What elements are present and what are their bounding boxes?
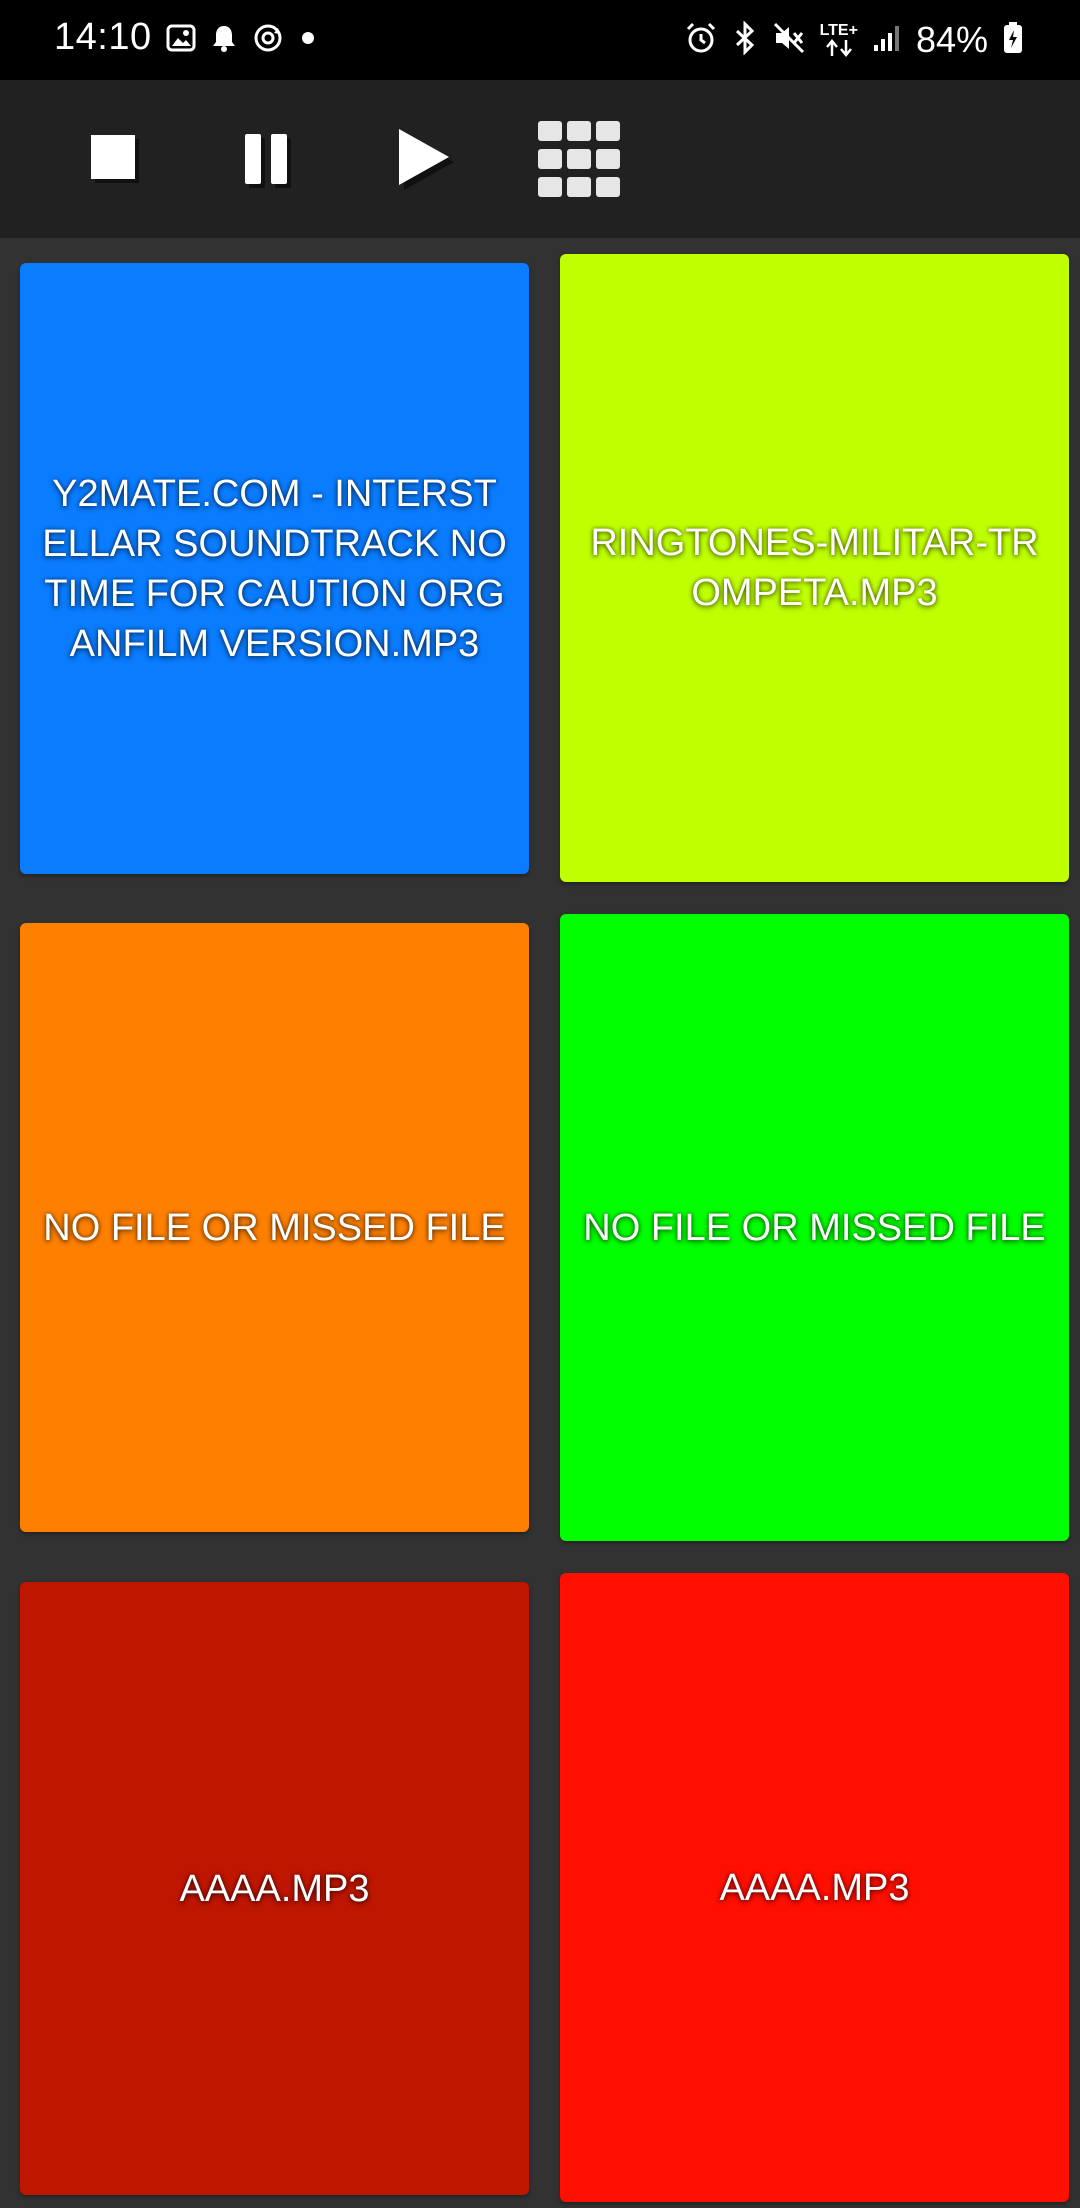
pad-2[interactable]: RINGTONES-MILITAR-TROMPETA.MP3 bbox=[560, 254, 1069, 882]
stop-icon bbox=[91, 135, 139, 183]
pad-label: RINGTONES-MILITAR-TROMPETA.MP3 bbox=[590, 522, 1039, 614]
grid-icon bbox=[538, 121, 620, 197]
pause-button[interactable] bbox=[228, 120, 306, 198]
stop-button[interactable] bbox=[74, 120, 152, 198]
mute-icon bbox=[772, 21, 806, 60]
system-icons: LTE+ 84% bbox=[684, 16, 1024, 64]
grid-button[interactable] bbox=[536, 120, 622, 198]
pad-3[interactable]: NO FILE OR MISSED FILE bbox=[20, 923, 529, 1532]
sync-icon bbox=[252, 22, 284, 59]
pause-icon bbox=[245, 134, 291, 188]
play-icon bbox=[399, 129, 454, 190]
dot-icon bbox=[298, 28, 318, 53]
pad-label: Y2MATE.COM - INTERSTELLAR SOUNDTRACK NO … bbox=[42, 472, 507, 665]
gallery-icon bbox=[166, 23, 196, 58]
battery-icon bbox=[1002, 21, 1024, 60]
pad-label: AAAA.MP3 bbox=[179, 1867, 370, 1910]
signal-icon bbox=[872, 23, 902, 58]
network-type: LTE+ bbox=[819, 22, 858, 39]
pad-6[interactable]: AAAA.MP3 bbox=[560, 1573, 1069, 2202]
transport-toolbar bbox=[0, 80, 1080, 238]
pad-label: NO FILE OR MISSED FILE bbox=[43, 1206, 506, 1249]
play-button[interactable] bbox=[384, 120, 462, 198]
alarm-icon bbox=[684, 21, 718, 60]
bluetooth-icon bbox=[732, 19, 758, 60]
status-time: 14:10 bbox=[54, 16, 152, 58]
pad-label: AAAA.MP3 bbox=[719, 1866, 910, 1909]
pad-4[interactable]: NO FILE OR MISSED FILE bbox=[560, 914, 1069, 1541]
status-bar: 14:10 LTE+ 84% bbox=[0, 0, 1080, 80]
notification-icons bbox=[166, 20, 318, 60]
pad-1[interactable]: Y2MATE.COM - INTERSTELLAR SOUNDTRACK NO … bbox=[20, 263, 529, 874]
lte-icon: LTE+ bbox=[820, 23, 858, 57]
bell-icon bbox=[210, 23, 238, 58]
pad-5[interactable]: AAAA.MP3 bbox=[20, 1582, 529, 2195]
sound-pad-grid: Y2MATE.COM - INTERSTELLAR SOUNDTRACK NO … bbox=[0, 238, 1080, 2208]
battery-percent: 84% bbox=[915, 19, 988, 60]
pad-label: NO FILE OR MISSED FILE bbox=[583, 1206, 1046, 1249]
